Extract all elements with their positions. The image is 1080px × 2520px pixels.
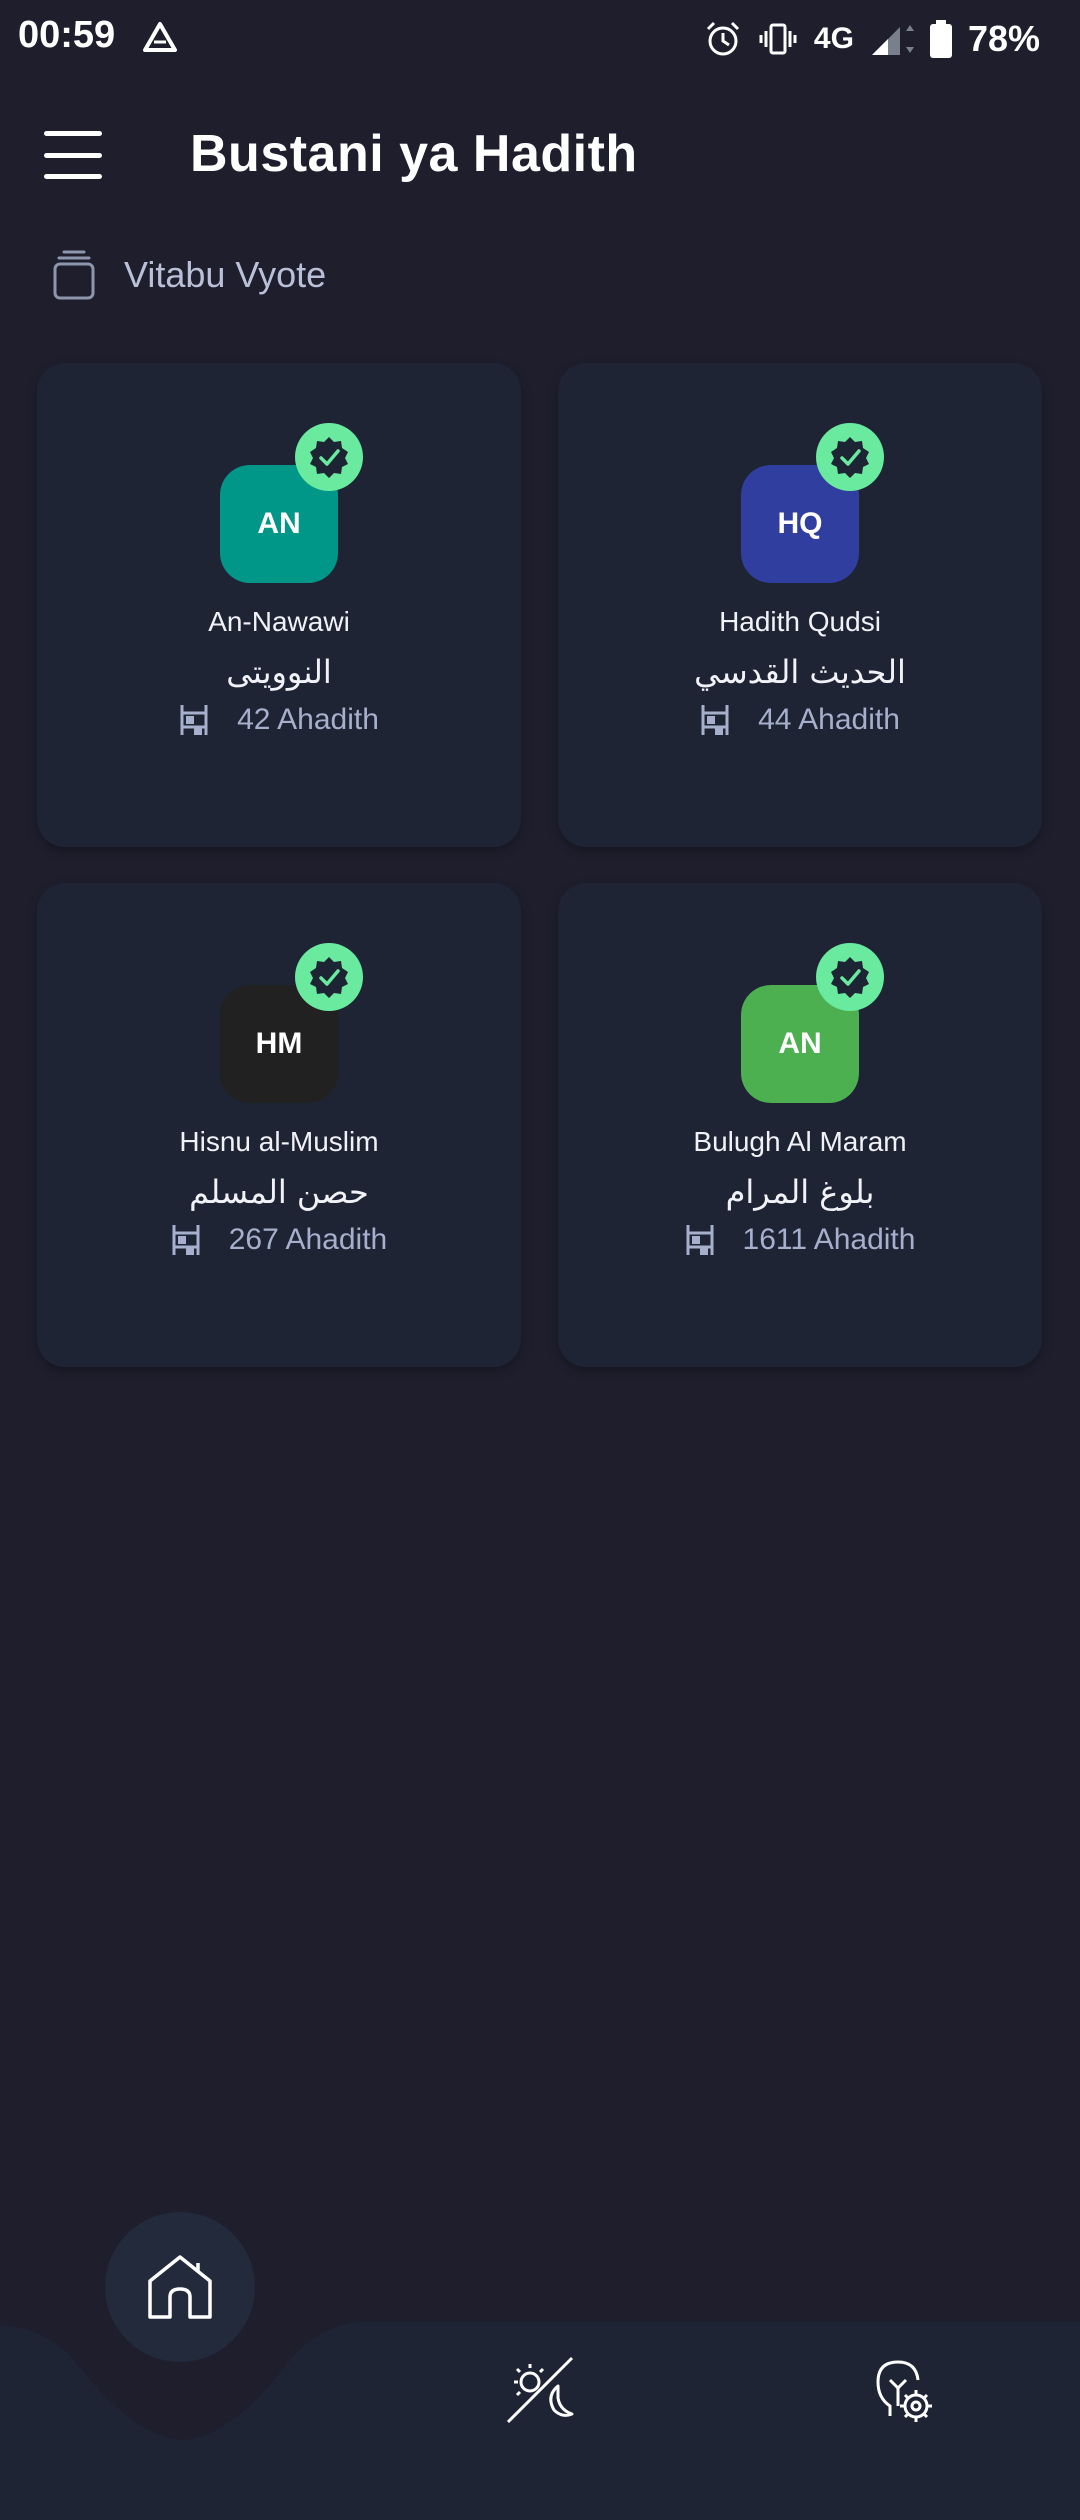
hadith-count: 267 Ahadith (37, 1223, 521, 1257)
drive-icon (143, 22, 177, 52)
verified-icon (295, 943, 363, 1011)
menu-button[interactable] (40, 125, 106, 185)
alarm-icon (706, 21, 739, 56)
home-button[interactable] (105, 2212, 255, 2362)
app-title: Bustani ya Hadith (190, 125, 638, 183)
collection-icon (53, 250, 95, 300)
battery-percent: 78% (967, 18, 1040, 59)
book-name-arabic: النوويتى (226, 653, 332, 691)
book-name: Hadith Qudsi (719, 606, 881, 637)
status-bar: 00:59 4G 78% (0, 0, 1080, 80)
hadith-count: 44 Ahadith (558, 703, 1042, 737)
verified-icon (816, 943, 884, 1011)
abacus-icon (172, 1225, 200, 1255)
vibrate-icon (759, 23, 797, 55)
abacus-icon (686, 1225, 714, 1255)
book-card[interactable]: HQ Hadith Qudsi الحديث القدسي 44 Ahadith (558, 363, 1042, 847)
book-card[interactable]: AN An-Nawawi النوويتى 42 Ahadith (37, 363, 521, 847)
book-card[interactable]: HM Hisnu al-Muslim حصن المسلم 267 Ahadit… (37, 883, 521, 1367)
verified-icon (295, 423, 363, 491)
hadith-count-text: 44 Ahadith (758, 703, 900, 736)
signal-icon (871, 25, 914, 55)
verified-icon (816, 423, 884, 491)
book-name-arabic: الحديث القدسي (694, 653, 906, 691)
network-type: 4G (813, 22, 854, 55)
battery-icon (929, 20, 952, 58)
book-name-arabic: بلوغ المرام (725, 1173, 875, 1211)
book-name-arabic: حصن المسلم (189, 1173, 369, 1211)
theme-toggle-button[interactable] (500, 2350, 580, 2430)
home-icon (148, 2255, 212, 2319)
hadith-count-text: 267 Ahadith (228, 1223, 388, 1256)
section-title: Vitabu Vyote (124, 254, 327, 295)
menu-icon (44, 131, 102, 136)
status-time: 00:59 (18, 14, 116, 56)
abacus-icon (701, 705, 729, 735)
abacus-icon (180, 705, 208, 735)
book-card[interactable]: AN Bulugh Al Maram بلوغ المرام 1611 Ahad… (558, 883, 1042, 1367)
hadith-count-text: 42 Ahadith (237, 703, 379, 736)
hadith-count: 1611 Ahadith (558, 1223, 1042, 1257)
book-name: Hisnu al-Muslim (179, 1126, 379, 1157)
book-name: An-Nawawi (208, 606, 350, 637)
app-bar: Bustani ya Hadith (0, 100, 1080, 210)
hadith-count: 42 Ahadith (37, 703, 521, 737)
section-header: Vitabu Vyote (50, 245, 326, 305)
hadith-count-text: 1611 Ahadith (742, 1223, 916, 1256)
settings-bulb-icon (876, 2360, 932, 2422)
book-name: Bulugh Al Maram (693, 1126, 907, 1157)
theme-toggle-icon (506, 2356, 574, 2424)
settings-button[interactable] (860, 2350, 940, 2430)
